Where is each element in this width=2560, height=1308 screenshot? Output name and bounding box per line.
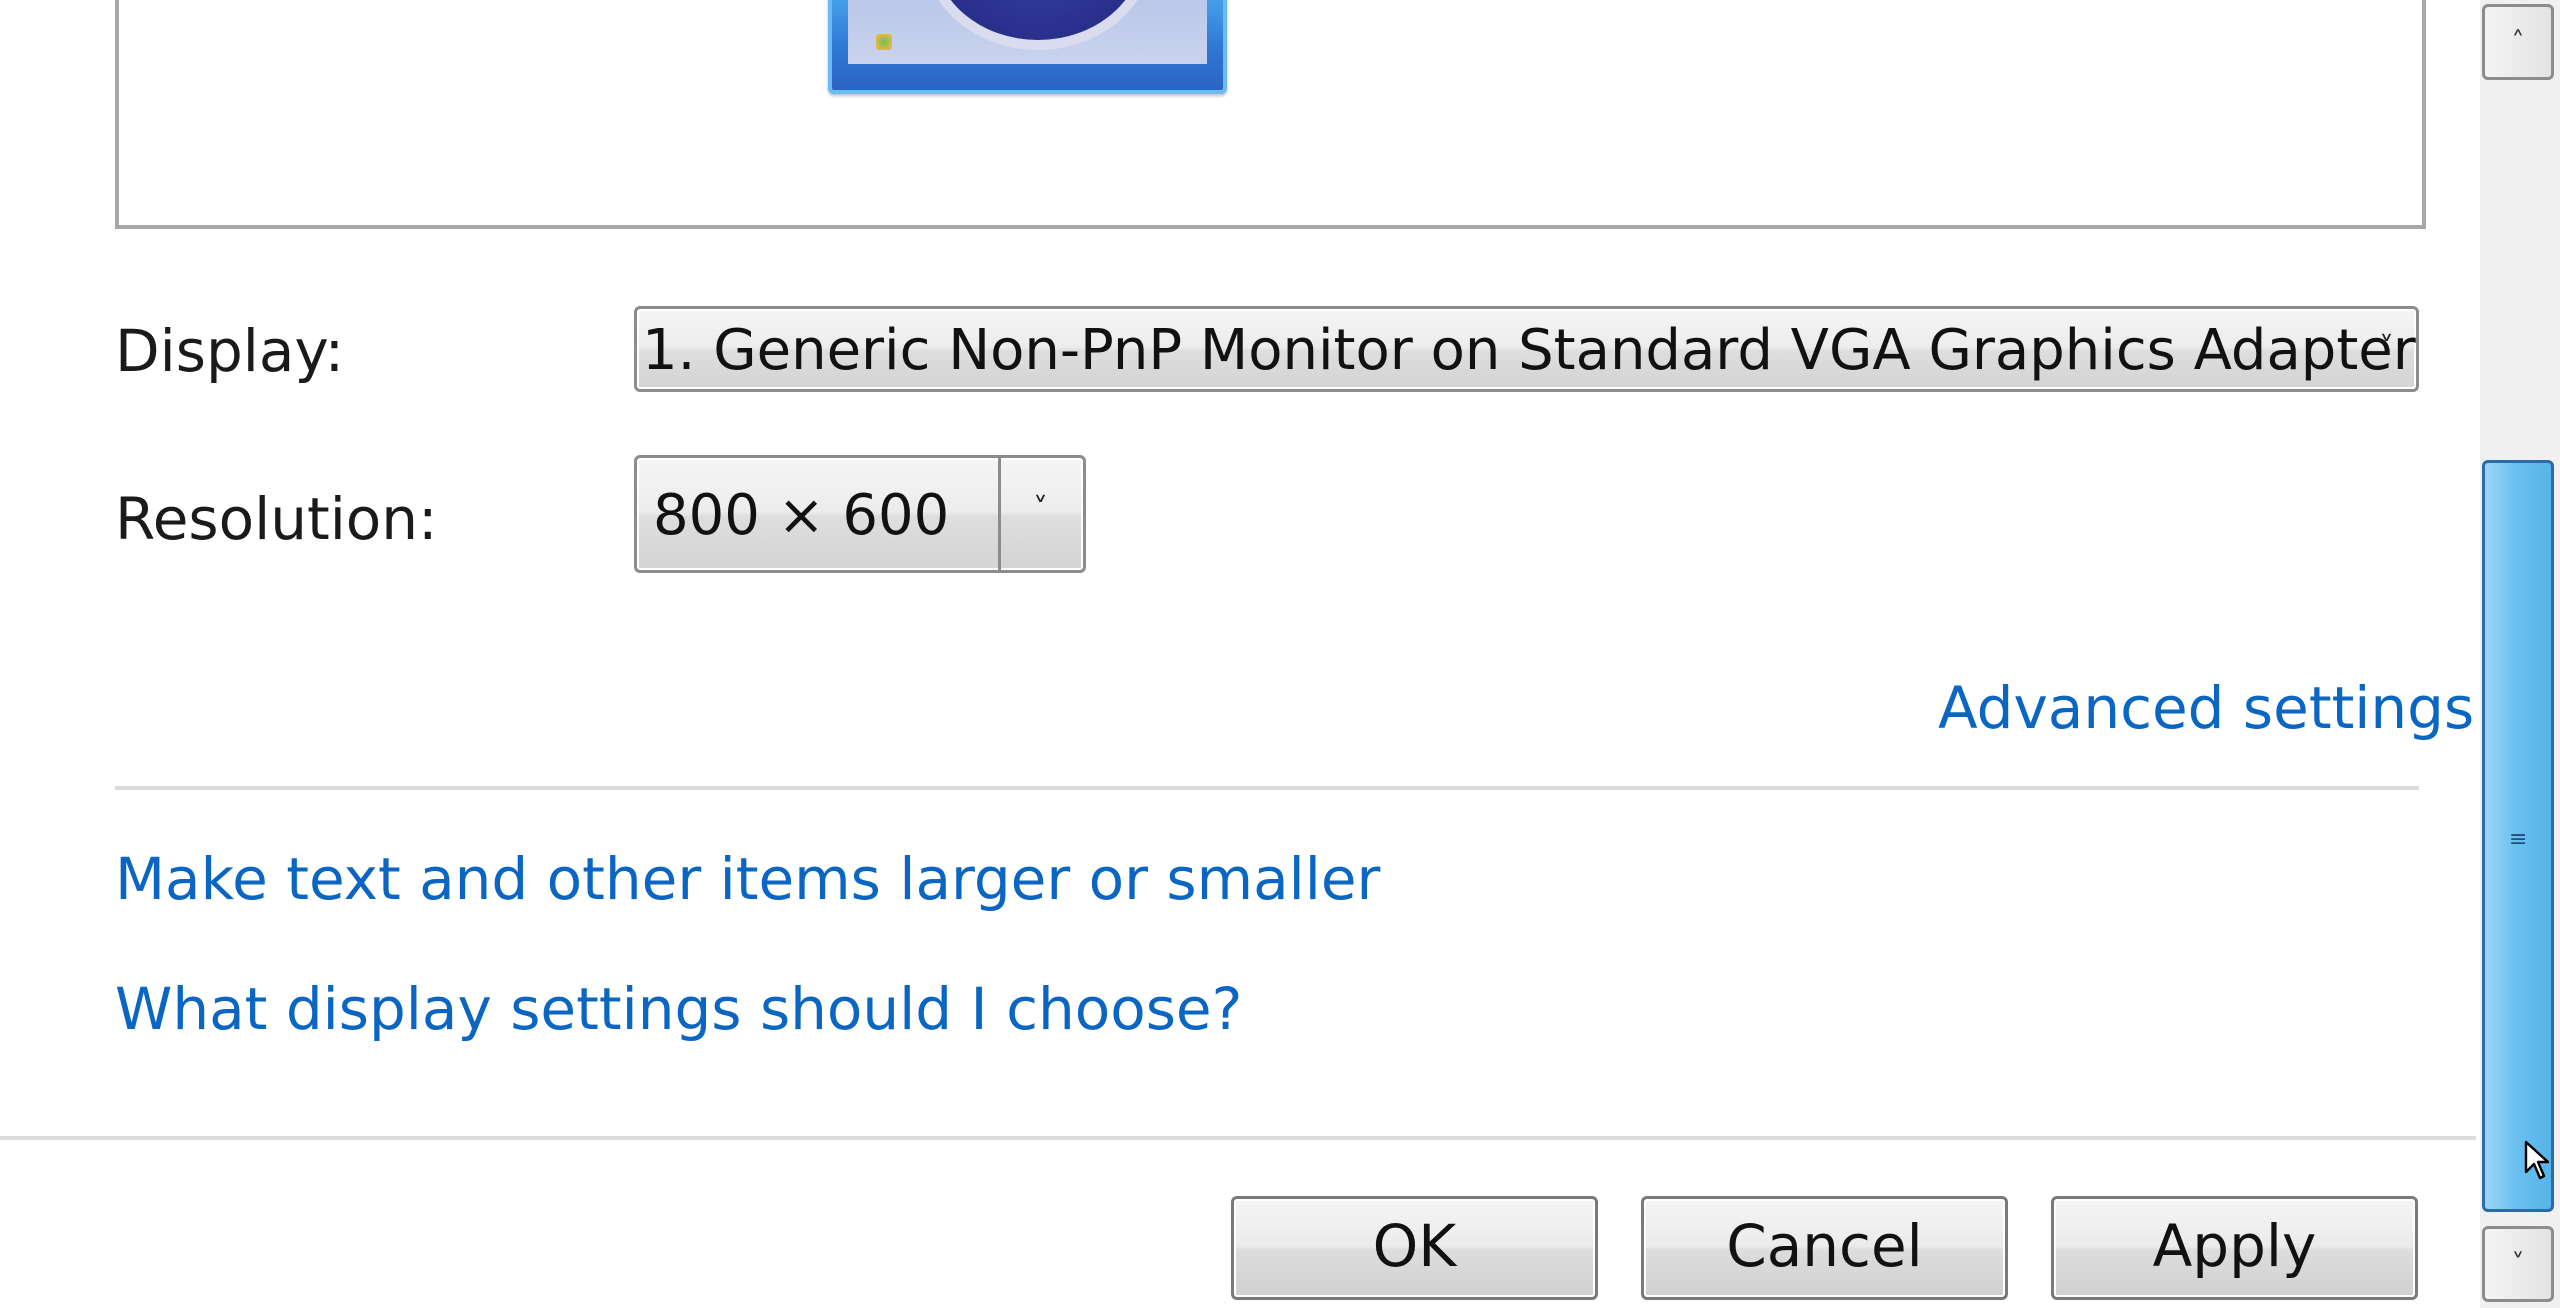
resolution-label: Resolution: <box>115 485 438 553</box>
mouse-pointer-icon <box>2524 1140 2550 1180</box>
dropdown-divider <box>998 458 1001 570</box>
resolution-dropdown-value: 800 × 600 <box>653 483 950 548</box>
scroll-down-button[interactable]: ˅ <box>2482 1226 2554 1302</box>
chevron-down-icon: ˅ <box>2511 1249 2525 1279</box>
monitor-icon[interactable] <box>828 0 1227 94</box>
resolution-dropdown[interactable]: 800 × 600 ˅ <box>634 455 1086 573</box>
grip-icon: ≡ <box>2509 827 2528 852</box>
ok-button[interactable]: OK <box>1231 1196 1598 1300</box>
scroll-up-button[interactable]: ˄ <box>2482 4 2554 80</box>
scrollbar-thumb[interactable]: ≡ <box>2482 460 2554 1212</box>
text-size-link[interactable]: Make text and other items larger or smal… <box>115 850 1380 908</box>
display-label: Display: <box>115 317 345 385</box>
display-dropdown-value: 1. Generic Non-PnP Monitor on Standard V… <box>642 318 2416 383</box>
start-orb-icon <box>876 34 892 50</box>
display-help-link[interactable]: What display settings should I choose? <box>115 980 1242 1038</box>
monitor-screen <box>848 0 1207 64</box>
apply-button[interactable]: Apply <box>2051 1196 2418 1300</box>
chevron-up-icon: ˄ <box>2511 27 2525 57</box>
chevron-down-icon: ˅ <box>2379 331 2394 366</box>
chevron-down-icon: ˅ <box>1033 492 1048 527</box>
cancel-button[interactable]: Cancel <box>1641 1196 2008 1300</box>
display-dropdown[interactable]: 1. Generic Non-PnP Monitor on Standard V… <box>634 306 2419 392</box>
section-divider <box>115 786 2419 790</box>
advanced-settings-link[interactable]: Advanced settings <box>1938 679 2474 737</box>
footer-divider <box>0 1136 2476 1140</box>
monitor-preview-area <box>115 0 2426 229</box>
monitor-number-badge <box>923 0 1153 50</box>
